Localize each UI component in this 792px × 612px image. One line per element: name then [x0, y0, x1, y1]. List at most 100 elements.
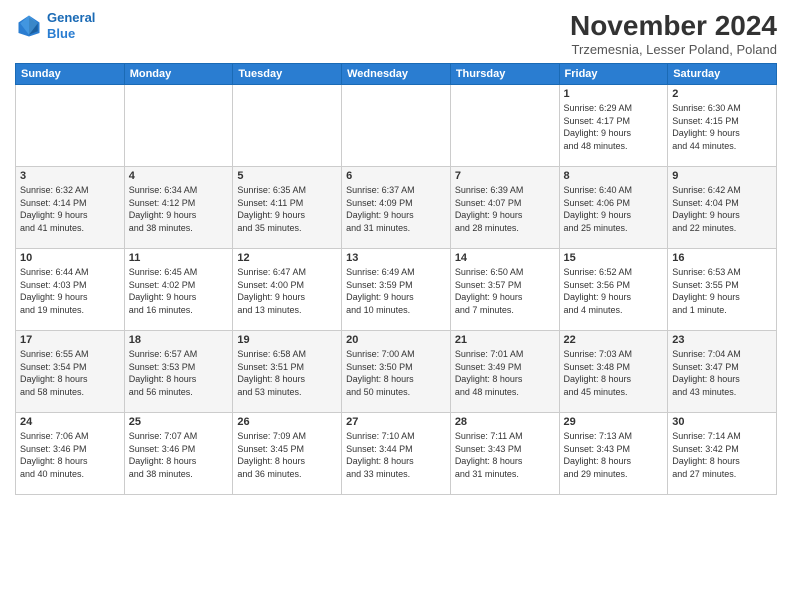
week-row-3: 10 Sunrise: 6:44 AM Sunset: 4:03 PM Dayli… — [16, 249, 777, 331]
day-cell: 6 Sunrise: 6:37 AM Sunset: 4:09 PM Daylig… — [342, 167, 451, 249]
day-cell: 27Sunrise: 7:10 AM Sunset: 3:44 PM Dayli… — [342, 413, 451, 495]
day-cell: 28 Sunrise: 7:11 AM Sunset: 3:43 PM Dayli… — [450, 413, 559, 495]
day-info: Sunrise: 6:44 AM Sunset: 4:03 PM Dayligh… — [20, 266, 120, 316]
logo-text: General Blue — [47, 10, 95, 41]
day-cell: 15 Sunrise: 6:52 AM Sunset: 3:56 PM Dayli… — [559, 249, 668, 331]
day-cell — [233, 85, 342, 167]
day-info: Sunrise: 6:32 AM Sunset: 4:14 PM Dayligh… — [20, 184, 120, 234]
header-cell-friday: Friday — [559, 64, 668, 85]
day-cell: 16 Sunrise: 6:53 AM Sunset: 3:55 PM Dayli… — [668, 249, 777, 331]
day-info: Sunrise: 6:40 AM Sunset: 4:06 PM Dayligh… — [564, 184, 664, 234]
day-number: 20 — [346, 334, 446, 346]
day-cell: 10 Sunrise: 6:44 AM Sunset: 4:03 PM Dayli… — [16, 249, 125, 331]
day-number: 18 — [129, 334, 229, 346]
day-info: Sunrise: 7:13 AM Sunset: 3:43 PM Dayligh… — [564, 430, 664, 480]
header-cell-sunday: Sunday — [16, 64, 125, 85]
day-info: Sunrise: 6:37 AM Sunset: 4:09 PM Dayligh… — [346, 184, 446, 234]
day-number: 2 — [672, 88, 772, 100]
day-cell: 13Sunrise: 6:49 AM Sunset: 3:59 PM Dayli… — [342, 249, 451, 331]
week-row-1: 1 Sunrise: 6:29 AM Sunset: 4:17 PM Daylig… — [16, 85, 777, 167]
day-number: 8 — [564, 170, 664, 182]
day-number: 14 — [455, 252, 555, 264]
logo: General Blue — [15, 10, 95, 41]
title-block: November 2024 Trzemesnia, Lesser Poland,… — [570, 10, 777, 57]
page: General Blue November 2024 Trzemesnia, L… — [0, 0, 792, 612]
day-cell: 7Sunrise: 6:39 AM Sunset: 4:07 PM Daylig… — [450, 167, 559, 249]
day-info: Sunrise: 6:39 AM Sunset: 4:07 PM Dayligh… — [455, 184, 555, 234]
day-cell: 23Sunrise: 7:04 AM Sunset: 3:47 PM Dayli… — [668, 331, 777, 413]
day-number: 22 — [564, 334, 664, 346]
day-cell: 18 Sunrise: 6:57 AM Sunset: 3:53 PM Dayli… — [124, 331, 233, 413]
header-cell-wednesday: Wednesday — [342, 64, 451, 85]
day-cell — [342, 85, 451, 167]
day-cell: 24 Sunrise: 7:06 AM Sunset: 3:46 PM Dayli… — [16, 413, 125, 495]
day-number: 4 — [129, 170, 229, 182]
day-number: 19 — [237, 334, 337, 346]
day-cell: 20 Sunrise: 7:00 AM Sunset: 3:50 PM Dayli… — [342, 331, 451, 413]
day-cell: 25Sunrise: 7:07 AM Sunset: 3:46 PM Dayli… — [124, 413, 233, 495]
day-info: Sunrise: 7:00 AM Sunset: 3:50 PM Dayligh… — [346, 348, 446, 398]
day-info: Sunrise: 7:06 AM Sunset: 3:46 PM Dayligh… — [20, 430, 120, 480]
day-number: 9 — [672, 170, 772, 182]
header-cell-tuesday: Tuesday — [233, 64, 342, 85]
day-number: 26 — [237, 416, 337, 428]
day-number: 1 — [564, 88, 664, 100]
day-number: 15 — [564, 252, 664, 264]
day-info: Sunrise: 6:35 AM Sunset: 4:11 PM Dayligh… — [237, 184, 337, 234]
day-number: 3 — [20, 170, 120, 182]
day-info: Sunrise: 6:58 AM Sunset: 3:51 PM Dayligh… — [237, 348, 337, 398]
day-info: Sunrise: 6:34 AM Sunset: 4:12 PM Dayligh… — [129, 184, 229, 234]
location: Trzemesnia, Lesser Poland, Poland — [570, 42, 777, 57]
day-cell: 2 Sunrise: 6:30 AM Sunset: 4:15 PM Daylig… — [668, 85, 777, 167]
day-info: Sunrise: 7:10 AM Sunset: 3:44 PM Dayligh… — [346, 430, 446, 480]
header: General Blue November 2024 Trzemesnia, L… — [15, 10, 777, 57]
day-cell: 4 Sunrise: 6:34 AM Sunset: 4:12 PM Daylig… — [124, 167, 233, 249]
calendar-table: SundayMondayTuesdayWednesdayThursdayFrid… — [15, 63, 777, 495]
day-info: Sunrise: 6:45 AM Sunset: 4:02 PM Dayligh… — [129, 266, 229, 316]
day-number: 5 — [237, 170, 337, 182]
day-info: Sunrise: 6:53 AM Sunset: 3:55 PM Dayligh… — [672, 266, 772, 316]
month-title: November 2024 — [570, 10, 777, 42]
logo-blue: Blue — [47, 26, 75, 41]
day-number: 28 — [455, 416, 555, 428]
day-cell — [450, 85, 559, 167]
day-cell: 1 Sunrise: 6:29 AM Sunset: 4:17 PM Daylig… — [559, 85, 668, 167]
week-row-4: 17 Sunrise: 6:55 AM Sunset: 3:54 PM Dayli… — [16, 331, 777, 413]
day-cell — [16, 85, 125, 167]
calendar-body: 1 Sunrise: 6:29 AM Sunset: 4:17 PM Daylig… — [16, 85, 777, 495]
day-info: Sunrise: 7:03 AM Sunset: 3:48 PM Dayligh… — [564, 348, 664, 398]
day-number: 25 — [129, 416, 229, 428]
day-info: Sunrise: 6:29 AM Sunset: 4:17 PM Dayligh… — [564, 102, 664, 152]
day-number: 17 — [20, 334, 120, 346]
day-info: Sunrise: 6:42 AM Sunset: 4:04 PM Dayligh… — [672, 184, 772, 234]
header-cell-monday: Monday — [124, 64, 233, 85]
day-cell: 8 Sunrise: 6:40 AM Sunset: 4:06 PM Daylig… — [559, 167, 668, 249]
day-cell — [124, 85, 233, 167]
day-cell: 9 Sunrise: 6:42 AM Sunset: 4:04 PM Daylig… — [668, 167, 777, 249]
day-cell: 11Sunrise: 6:45 AM Sunset: 4:02 PM Dayli… — [124, 249, 233, 331]
day-number: 30 — [672, 416, 772, 428]
day-info: Sunrise: 6:30 AM Sunset: 4:15 PM Dayligh… — [672, 102, 772, 152]
day-number: 12 — [237, 252, 337, 264]
day-cell: 19 Sunrise: 6:58 AM Sunset: 3:51 PM Dayli… — [233, 331, 342, 413]
header-row: SundayMondayTuesdayWednesdayThursdayFrid… — [16, 64, 777, 85]
day-info: Sunrise: 6:50 AM Sunset: 3:57 PM Dayligh… — [455, 266, 555, 316]
day-info: Sunrise: 6:55 AM Sunset: 3:54 PM Dayligh… — [20, 348, 120, 398]
day-number: 10 — [20, 252, 120, 264]
calendar-header: SundayMondayTuesdayWednesdayThursdayFrid… — [16, 64, 777, 85]
day-info: Sunrise: 7:09 AM Sunset: 3:45 PM Dayligh… — [237, 430, 337, 480]
day-cell: 22 Sunrise: 7:03 AM Sunset: 3:48 PM Dayli… — [559, 331, 668, 413]
day-number: 6 — [346, 170, 446, 182]
day-number: 13 — [346, 252, 446, 264]
day-info: Sunrise: 6:47 AM Sunset: 4:00 PM Dayligh… — [237, 266, 337, 316]
day-cell: 14 Sunrise: 6:50 AM Sunset: 3:57 PM Dayli… — [450, 249, 559, 331]
day-info: Sunrise: 7:01 AM Sunset: 3:49 PM Dayligh… — [455, 348, 555, 398]
day-number: 24 — [20, 416, 120, 428]
day-cell: 29Sunrise: 7:13 AM Sunset: 3:43 PM Dayli… — [559, 413, 668, 495]
day-number: 21 — [455, 334, 555, 346]
day-info: Sunrise: 7:11 AM Sunset: 3:43 PM Dayligh… — [455, 430, 555, 480]
day-info: Sunrise: 6:57 AM Sunset: 3:53 PM Dayligh… — [129, 348, 229, 398]
day-number: 16 — [672, 252, 772, 264]
day-info: Sunrise: 6:52 AM Sunset: 3:56 PM Dayligh… — [564, 266, 664, 316]
header-cell-thursday: Thursday — [450, 64, 559, 85]
